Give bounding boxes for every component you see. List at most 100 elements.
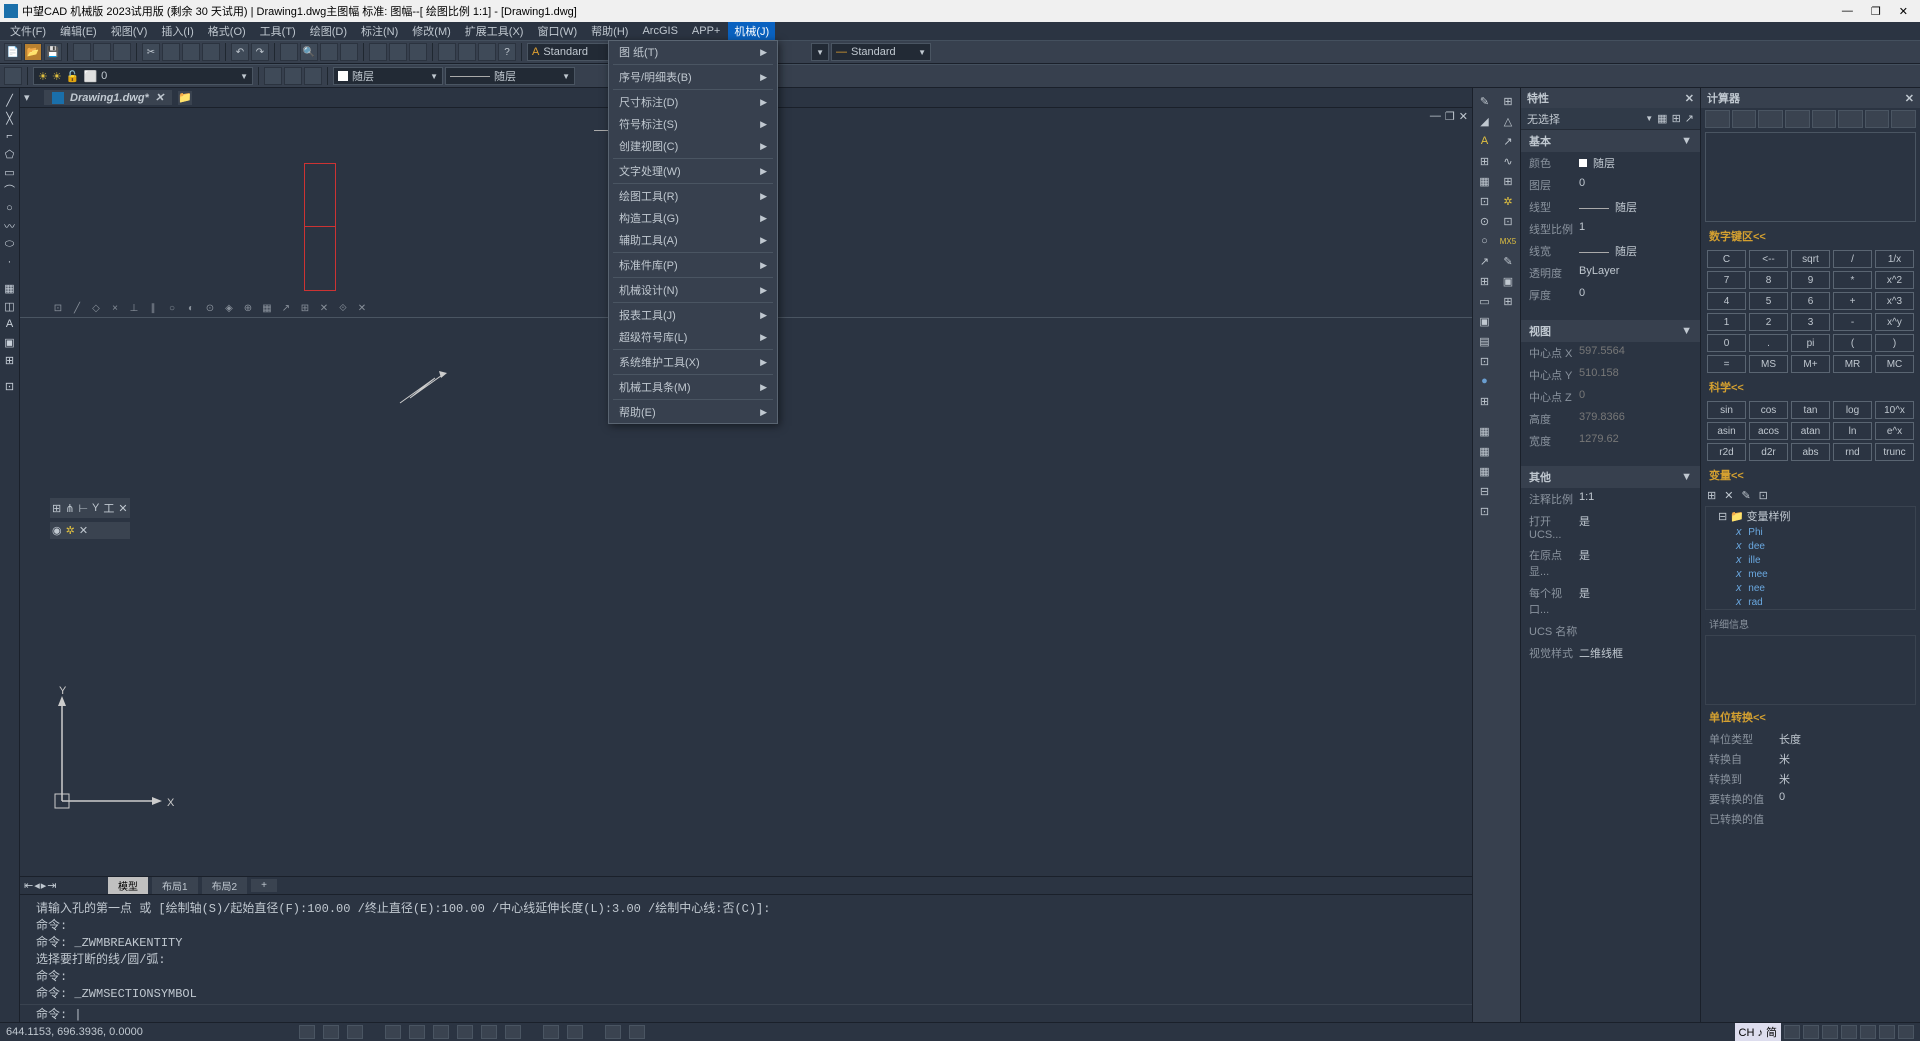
calc-tool[interactable] xyxy=(1812,110,1837,128)
menu-item[interactable]: 视图(V) xyxy=(105,22,154,40)
status-btn[interactable] xyxy=(605,1025,621,1039)
calc-key[interactable]: * xyxy=(1833,271,1872,289)
tool-icon[interactable]: ▦ xyxy=(1476,172,1494,190)
ime-indicator[interactable]: CH ♪ 简 xyxy=(1735,1023,1782,1041)
pan-icon[interactable] xyxy=(280,43,298,61)
status-btn[interactable] xyxy=(481,1025,497,1039)
calc-key[interactable]: MS xyxy=(1749,355,1788,373)
tool-icon[interactable]: ○ xyxy=(1476,232,1494,250)
tool-icon[interactable]: ▦ xyxy=(1657,112,1667,125)
tool-icon[interactable]: ⊡ xyxy=(1476,192,1494,210)
zoom-extents-icon[interactable] xyxy=(340,43,358,61)
menu-item[interactable]: 帮助(H) xyxy=(585,22,634,40)
snap-icon[interactable]: ↗ xyxy=(278,300,294,316)
calc-key[interactable]: . xyxy=(1749,334,1788,352)
menu-item[interactable]: 窗口(W) xyxy=(531,22,583,40)
float-toolbar-1[interactable]: ⊞⋔⊢Y工✕ xyxy=(50,498,130,518)
calc-key[interactable]: ( xyxy=(1833,334,1872,352)
tool-icon[interactable]: ⊡ xyxy=(2,378,18,394)
calc-tool[interactable] xyxy=(1891,110,1916,128)
calc-tool[interactable] xyxy=(1732,110,1757,128)
calc-key[interactable]: = xyxy=(1707,355,1746,373)
var-item[interactable]: x Phi xyxy=(1706,525,1915,539)
layer-combo[interactable]: ☀☀🔓⬜ 0▼ xyxy=(33,67,253,85)
status-btn[interactable] xyxy=(457,1025,473,1039)
snap-icon[interactable]: ⊙ xyxy=(202,300,218,316)
menu-item[interactable]: 文件(F) xyxy=(4,22,52,40)
snap-icon[interactable]: ⊕ xyxy=(240,300,256,316)
menu-item[interactable]: 创建视图(C)▶ xyxy=(609,135,777,157)
tab-nav-next-icon[interactable]: ▸ xyxy=(41,879,47,892)
tool-icon[interactable] xyxy=(73,43,91,61)
calc-key[interactable]: 4 xyxy=(1707,292,1746,310)
snap-icon[interactable]: ◇ xyxy=(88,300,104,316)
snap-icon[interactable]: × xyxy=(107,300,123,316)
menu-item[interactable]: 机械设计(N)▶ xyxy=(609,279,777,301)
tool-icon[interactable]: ↗ xyxy=(1499,132,1517,150)
status-btn[interactable] xyxy=(1822,1025,1838,1039)
tool-icon[interactable]: ⊞ xyxy=(1476,272,1494,290)
float-toolbar-2[interactable]: ◉✲✕ xyxy=(50,522,130,539)
calc-key[interactable]: / xyxy=(1833,250,1872,268)
status-btn[interactable] xyxy=(1860,1025,1876,1039)
var-item[interactable]: x dee xyxy=(1706,539,1915,553)
layout-tab-model[interactable]: 模型 xyxy=(108,877,148,894)
tool-icon[interactable]: ▦ xyxy=(1476,442,1494,460)
menu-item[interactable]: 标注(N) xyxy=(355,22,404,40)
calc-key[interactable]: 2 xyxy=(1749,313,1788,331)
minimize-button[interactable]: — xyxy=(1842,5,1853,18)
tool-icon[interactable]: ⊡ xyxy=(1499,212,1517,230)
cut-icon[interactable]: ✂ xyxy=(142,43,160,61)
var-tool[interactable]: ⊡ xyxy=(1759,489,1768,502)
status-btn[interactable] xyxy=(1879,1025,1895,1039)
tool-icon[interactable]: ▣ xyxy=(1499,272,1517,290)
dimstyle-combo[interactable]: —Standard▼ xyxy=(831,43,931,61)
tab-nav-first-icon[interactable]: ⇤ xyxy=(24,879,33,892)
calc-key[interactable]: - xyxy=(1833,313,1872,331)
snap-icon[interactable]: ⊞ xyxy=(297,300,313,316)
tab-close-icon[interactable]: ✕ xyxy=(155,91,164,104)
status-btn[interactable] xyxy=(409,1025,425,1039)
snap-icon[interactable]: ╱ xyxy=(69,300,85,316)
calc-key[interactable]: atan xyxy=(1791,422,1830,440)
calc-key[interactable]: log xyxy=(1833,401,1872,419)
rectangle-icon[interactable]: ▭ xyxy=(2,164,18,180)
xline-icon[interactable]: ╳ xyxy=(2,110,18,126)
var-tool[interactable]: ✎ xyxy=(1741,489,1750,502)
snap-icon[interactable]: ∥ xyxy=(145,300,161,316)
close-icon[interactable]: ✕ xyxy=(1905,92,1914,105)
section-other[interactable]: 其他▼ xyxy=(1521,466,1700,488)
menu-item[interactable]: 工具(T) xyxy=(254,22,302,40)
calc-key[interactable]: 8 xyxy=(1749,271,1788,289)
tool-icon[interactable]: ▭ xyxy=(1476,292,1494,310)
spline-icon[interactable]: 〰 xyxy=(2,218,18,234)
snap-icon[interactable]: ⟐ xyxy=(335,300,351,316)
status-btn[interactable] xyxy=(347,1025,363,1039)
point-icon[interactable]: · xyxy=(2,254,18,270)
calc-key[interactable]: 6 xyxy=(1791,292,1830,310)
var-root[interactable]: ⊟ 📁 变量样例 xyxy=(1706,507,1915,525)
tool-icon[interactable]: ⊞ xyxy=(1499,292,1517,310)
tool-icon[interactable]: ∿ xyxy=(1499,152,1517,170)
status-btn[interactable] xyxy=(299,1025,315,1039)
combo-small[interactable]: ▼ xyxy=(811,43,829,61)
tab-nav-prev-icon[interactable]: ◂ xyxy=(34,879,40,892)
calc-key[interactable]: tan xyxy=(1791,401,1830,419)
tool-icon[interactable]: ✎ xyxy=(1499,252,1517,270)
maximize-button[interactable]: ❐ xyxy=(1871,5,1881,18)
help-icon[interactable]: ? xyxy=(498,43,516,61)
layerprops-icon[interactable] xyxy=(4,67,22,85)
menu-item[interactable]: ArcGIS xyxy=(636,24,683,38)
layout-tab-2[interactable]: 布局2 xyxy=(202,877,248,894)
menu-item[interactable]: 系统维护工具(X)▶ xyxy=(609,351,777,373)
color-combo[interactable]: 随层▼ xyxy=(333,67,443,85)
redo-icon[interactable]: ↷ xyxy=(251,43,269,61)
calc-key[interactable]: sin xyxy=(1707,401,1746,419)
tool-icon[interactable]: MX5 xyxy=(1499,232,1517,250)
menu-item[interactable]: 扩展工具(X) xyxy=(459,22,530,40)
calc-key[interactable]: M+ xyxy=(1791,355,1830,373)
var-item[interactable]: x mee xyxy=(1706,567,1915,581)
calc-key[interactable]: 0 xyxy=(1707,334,1746,352)
snap-icon[interactable]: ◐ xyxy=(183,300,199,316)
table-icon[interactable]: ⊞ xyxy=(2,352,18,368)
